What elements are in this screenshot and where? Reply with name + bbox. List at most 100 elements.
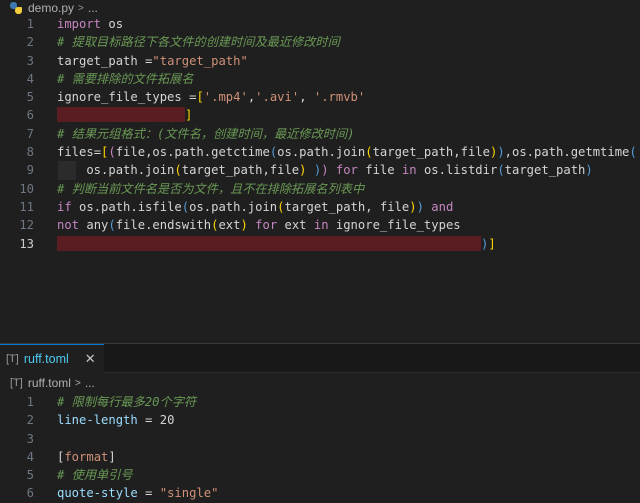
breadcrumb-file[interactable]: ruff.toml [28, 376, 71, 390]
code-line[interactable]: 8 files=[(file,os.path.getctime(os.path.j… [0, 143, 640, 161]
code-token: ignore_file_types [328, 218, 461, 233]
line-text: os.path.join(target_path,file) )) for fi… [57, 161, 593, 179]
code-line[interactable]: 3 target_path ="target_path" [0, 52, 640, 70]
line-number: 12 [19, 218, 34, 233]
line-number: 7 [26, 126, 34, 141]
code-token: # 结果元组格式：(文件名，创建时间，最近修改时间) [57, 126, 355, 141]
tab-bar: [T] ruff.toml ✕ [0, 344, 640, 373]
close-icon[interactable]: ✕ [85, 351, 96, 367]
code-area[interactable]: 1 import os 2 # 提取目标路径下各文件的创建时间及最近修改时间 3 targ… [0, 15, 640, 253]
code-line[interactable]: 5 # 使用单引号 [0, 466, 640, 484]
line-text: if os.path.isfile(os.path.join(target_pa… [57, 198, 453, 216]
code-token: file.endswith [115, 218, 212, 233]
code-token: ( [365, 145, 373, 160]
code-token: file,os.path.getctime [115, 145, 270, 160]
redacted-block [57, 107, 185, 123]
line-text: ] [57, 106, 192, 124]
code-line[interactable]: 6 quote-style = "single" [0, 484, 640, 502]
code-line[interactable]: 4 # 需要排除的文件拓展名 [0, 70, 640, 88]
code-line[interactable]: 6] [0, 106, 640, 124]
toml-file-icon: [T] [10, 377, 23, 389]
line-text: # 提取目标路径下各文件的创建时间及最近修改时间 [57, 33, 340, 51]
line-text: # 需要排除的文件拓展名 [57, 70, 194, 88]
line-number: 1 [26, 395, 34, 409]
code-token: ( [174, 163, 182, 178]
code-token: # 判断当前文件名是否为文件，且不在排除拓展名列表中 [57, 181, 365, 196]
line-number: 2 [26, 35, 34, 50]
code-token: = [137, 486, 160, 501]
code-token: ext [277, 218, 314, 233]
code-token: files [57, 145, 94, 160]
code-line[interactable]: 5 ignore_file_types =['.mp4','.avi', '.rm… [0, 88, 640, 106]
line-text: # 结果元组格式：(文件名，创建时间，最近修改时间) [57, 125, 354, 143]
chevron-right-icon: > [78, 2, 84, 14]
code-token: ] [488, 236, 496, 251]
code-token: ] [108, 449, 116, 464]
redacted-block [57, 235, 481, 251]
line-text: [format] [57, 448, 116, 466]
tab-ruff-toml[interactable]: [T] ruff.toml ✕ [0, 344, 104, 373]
breadcrumb-symbol[interactable]: ... [85, 376, 95, 390]
code-token: for [335, 163, 358, 178]
code-token: ) [240, 218, 248, 233]
code-token: = [181, 90, 197, 105]
code-token: ( [277, 199, 285, 214]
code-line[interactable]: 12 not any(file.endswith(ext) for ext in … [0, 216, 640, 234]
breadcrumb-symbol[interactable]: ... [88, 1, 98, 15]
code-line[interactable]: 11 if os.path.isfile(os.path.join(target_… [0, 198, 640, 216]
code-line[interactable]: 13)] [0, 235, 640, 253]
line-text: ignore_file_types =['.mp4','.avi', '.rmv… [57, 88, 365, 106]
code-line[interactable]: 3 [0, 430, 640, 448]
code-token: for [247, 218, 278, 233]
code-line[interactable]: 2 line-length = 20 [0, 411, 640, 429]
code-token: target_path [57, 53, 138, 68]
code-token: target_path, file [284, 199, 410, 214]
line-text: files=[(file,os.path.getctime(os.path.jo… [57, 143, 637, 161]
line-text: # 判断当前文件名是否为文件，且不在排除拓展名列表中 [57, 180, 364, 198]
line-text: # 使用单引号 [57, 466, 133, 484]
code-token: [ [196, 90, 204, 105]
line-number: 9 [26, 163, 34, 178]
code-token: ext [218, 218, 241, 233]
line-number: 6 [26, 108, 34, 123]
code-area-ruff[interactable]: 1 # 限制每行最多20个字符 2 line-length = 20 3 4 [format… [0, 393, 640, 503]
code-line[interactable]: 10 # 判断当前文件名是否为文件，且不在排除拓展名列表中 [0, 180, 640, 198]
line-text: not any(file.endswith(ext) for ext in ig… [57, 216, 461, 234]
code-token: ( [629, 145, 637, 160]
code-token: ) [409, 199, 417, 214]
code-token: "target_path" [152, 53, 248, 68]
code-token: # 需要排除的文件拓展名 [57, 71, 194, 86]
line-number: 11 [19, 199, 34, 214]
code-token: = [93, 145, 102, 160]
code-token: quote-style [57, 486, 138, 501]
code-token: any [79, 218, 109, 233]
code-token: ) [585, 163, 593, 178]
editor-pane-demo[interactable]: demo.py > ... 1 import os 2 # 提取目标路径下各文件的创建… [0, 0, 640, 343]
code-line[interactable]: 1 # 限制每行最多20个字符 [0, 393, 640, 411]
line-number: 8 [26, 145, 34, 160]
code-token: os [101, 17, 124, 31]
code-token: ) [299, 163, 307, 178]
code-line[interactable]: 2 # 提取目标路径下各文件的创建时间及最近修改时间 [0, 33, 640, 51]
toml-file-icon: [T] [6, 353, 19, 365]
line-number: 4 [26, 71, 34, 86]
breadcrumb: demo.py > ... [0, 0, 640, 16]
code-token: ( [108, 218, 116, 233]
line-number: 3 [26, 53, 34, 68]
code-token: # 提取目标路径下各文件的创建时间及最近修改时间 [57, 35, 340, 50]
code-line[interactable]: 1 import os [0, 15, 640, 33]
line-number: 2 [26, 413, 34, 428]
code-line[interactable]: 7 # 结果元组格式：(文件名，创建时间，最近修改时间) [0, 125, 640, 143]
code-token: , [299, 90, 314, 105]
code-token: '.rmvb' [313, 90, 366, 105]
code-token: import [57, 17, 102, 31]
code-token: ) [497, 145, 505, 160]
code-token: not [57, 218, 80, 233]
code-line[interactable]: 4 [format] [0, 448, 640, 466]
breadcrumb-file[interactable]: demo.py [28, 1, 74, 15]
code-line[interactable]: 9 os.path.join(target_path,file) )) for … [0, 161, 640, 180]
line-text: line-length = 20 [57, 411, 174, 429]
line-text: # 限制每行最多20个字符 [57, 393, 196, 411]
line-number: 3 [26, 431, 34, 446]
code-token: os.path.join [57, 163, 175, 178]
